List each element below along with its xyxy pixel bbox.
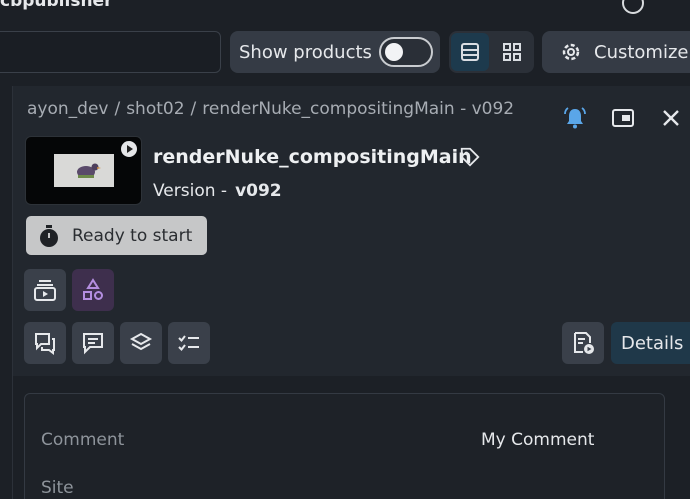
attribute-key: Comment: [41, 430, 125, 450]
grid-view-icon: [503, 43, 521, 61]
thumbnail-frame: [54, 154, 114, 187]
close-icon[interactable]: [659, 106, 683, 130]
playlist-icon: [34, 280, 56, 301]
bell-icon[interactable]: [563, 106, 587, 130]
breadcrumb-version[interactable]: renderNuke_compositingMain - v092: [202, 99, 514, 119]
show-products-toggle-group[interactable]: Show products: [230, 31, 440, 73]
app-title: cbpublisher: [0, 0, 113, 11]
details-label: Details: [621, 332, 684, 354]
customize-label: Customize: [594, 41, 689, 63]
stopwatch-icon: [40, 224, 58, 247]
breadcrumb-shot[interactable]: shot02: [126, 99, 184, 119]
activity-button[interactable]: [24, 322, 66, 364]
show-products-switch[interactable]: [379, 37, 433, 67]
comment-icon: [83, 333, 103, 355]
list-view-button[interactable]: [451, 33, 489, 71]
version-label: Version -: [153, 181, 228, 201]
play-icon[interactable]: [121, 141, 137, 157]
file-play-icon: [574, 332, 594, 354]
attribute-key-clipped: ▬▬▬▬: [41, 394, 105, 398]
breadcrumb-project[interactable]: ayon_dev: [27, 99, 108, 119]
comments-button[interactable]: [72, 322, 114, 364]
shapes-button[interactable]: [72, 269, 114, 311]
version-line: Version - v092: [153, 181, 282, 201]
attribute-key: Site: [41, 478, 74, 498]
attribute-row-site: Site: [25, 478, 664, 499]
checklist-button[interactable]: [168, 322, 210, 364]
version-thumbnail[interactable]: [25, 136, 142, 205]
playlist-button[interactable]: [24, 269, 66, 311]
status-dropdown[interactable]: Ready to start: [26, 216, 207, 255]
search-input[interactable]: [0, 31, 221, 73]
show-products-label: Show products: [239, 41, 372, 63]
grid-view-button[interactable]: [493, 33, 531, 71]
attribute-row-comment: Comment My Comment: [25, 430, 664, 460]
panel-header: ayon_dev / shot02/renderNuke_compositingMa…: [13, 86, 690, 376]
status-label: Ready to start: [72, 225, 193, 246]
attribute-row: ▬▬▬▬ ▬▬▬▬▬▬▬▬▬▬▬▬: [25, 394, 664, 408]
files-button[interactable]: [562, 322, 604, 364]
customize-button[interactable]: Customize: [542, 31, 690, 73]
tag-icon[interactable]: [459, 146, 481, 168]
view-mode-group: [449, 31, 534, 73]
list-view-icon: [461, 43, 479, 61]
help-icon[interactable]: [622, 0, 644, 14]
gear-icon: [562, 43, 580, 61]
chat-bubbles-icon: [35, 333, 55, 355]
versions-button[interactable]: [120, 322, 162, 364]
bird-image: [77, 163, 101, 178]
details-tab[interactable]: Details: [611, 322, 690, 364]
layers-icon: [129, 332, 153, 351]
attributes-list: ▬▬▬▬ ▬▬▬▬▬▬▬▬▬▬▬▬ Comment My Comment Sit…: [24, 393, 665, 499]
version-details-panel: ayon_dev / shot02/renderNuke_compositingMa…: [12, 86, 690, 499]
breadcrumb: ayon_dev / shot02/renderNuke_compositingMa…: [27, 99, 515, 119]
version-value: v092: [235, 181, 282, 201]
picture-in-picture-icon[interactable]: [611, 106, 635, 130]
switch-knob: [385, 43, 403, 61]
checklist-icon: [178, 335, 199, 352]
attribute-value-clipped: ▬▬▬▬▬▬▬▬▬▬▬▬: [341, 394, 534, 398]
shapes-icon: [83, 278, 103, 300]
version-title: renderNuke_compositingMain: [153, 146, 472, 168]
top-toolbar: cbpublisher Show products Customize: [0, 0, 690, 86]
attribute-value[interactable]: My Comment: [481, 430, 594, 450]
